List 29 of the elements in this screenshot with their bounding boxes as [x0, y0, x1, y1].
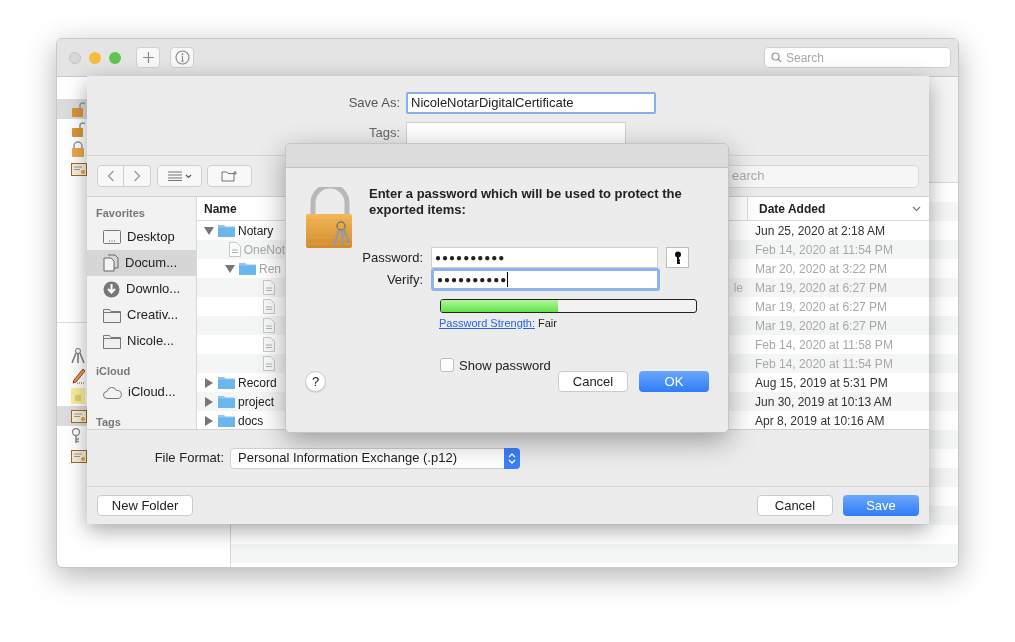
file-name: docs	[238, 412, 264, 429]
file-name: Ren	[259, 260, 281, 278]
dialog-message: Enter a password which will be used to protect the exported items:	[369, 186, 683, 218]
field-label: Password:	[361, 248, 424, 267]
field-label: Tags:	[367, 123, 401, 142]
section-heading: Favorites	[95, 205, 146, 221]
date-cell-text: Mar 19, 2020 at 6:27 PM	[754, 317, 888, 335]
file-name: OneNot	[243, 241, 285, 259]
file-name: Notary	[238, 222, 274, 240]
file-name: project	[238, 393, 275, 411]
date-cell-text: Jun 25, 2020 at 2:18 AM	[754, 222, 886, 240]
date-cell-text: Feb 14, 2020 at 11:58 PM	[754, 336, 893, 354]
file-name: Record	[238, 374, 277, 392]
date-cell-text: Aug 15, 2019 at 5:31 PM	[754, 374, 888, 392]
date-cell-text: Mar 19, 2020 at 6:27 PM	[754, 298, 888, 316]
kind-cell-text: le	[733, 279, 743, 297]
section-heading: Tags	[95, 414, 122, 429]
date-cell-text: Feb 14, 2020 at 11:54 PM	[754, 241, 893, 259]
date-cell-text: Mar 20, 2020 at 3:22 PM	[754, 260, 888, 278]
field-label: Verify:	[385, 270, 424, 289]
date-cell-text: Feb 14, 2020 at 11:54 PM	[754, 355, 893, 373]
date-cell-text: Mar 19, 2020 at 6:27 PM	[754, 279, 888, 297]
date-cell-text: Jun 30, 2019 at 10:13 AM	[754, 393, 892, 411]
field-label: File Format:	[153, 449, 225, 468]
field-label: Save As:	[347, 93, 401, 112]
strength-value: Fair	[538, 316, 557, 331]
section-heading: iCloud	[95, 363, 132, 379]
date-cell-text: Apr 8, 2019 at 10:16 AM	[754, 412, 885, 429]
checkbox-label: Show password	[459, 356, 551, 375]
